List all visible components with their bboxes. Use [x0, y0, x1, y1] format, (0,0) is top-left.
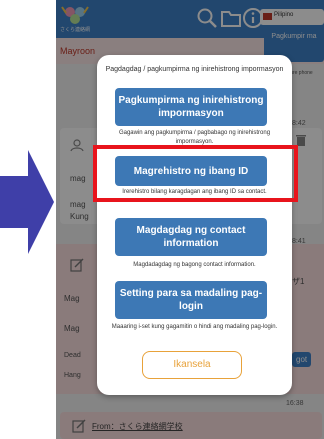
add-contact-info-desc: Magdadagdag ng bagong contact informatio… — [133, 262, 256, 268]
registration-modal: Pagdagdag / pagkumpirma ng inirehistrong… — [97, 55, 292, 395]
easy-login-setting-button[interactable]: Setting para sa madaling pag-login — [115, 281, 267, 319]
easy-login-setting-desc: Maaaring i-set kung gagamitin o hindi an… — [111, 324, 278, 330]
highlight-box — [93, 145, 298, 202]
modal-title: Pagdagdag / pagkumpirma ng inirehistrong… — [105, 66, 284, 73]
cancel-button[interactable]: Ikansela — [142, 351, 242, 379]
pointer-arrow-icon — [0, 150, 54, 254]
add-contact-info-button[interactable]: Magdagdag ng contact information — [115, 218, 267, 256]
confirm-registered-info-button[interactable]: Pagkumpirma ng inirehistrong impormasyon — [115, 88, 267, 126]
